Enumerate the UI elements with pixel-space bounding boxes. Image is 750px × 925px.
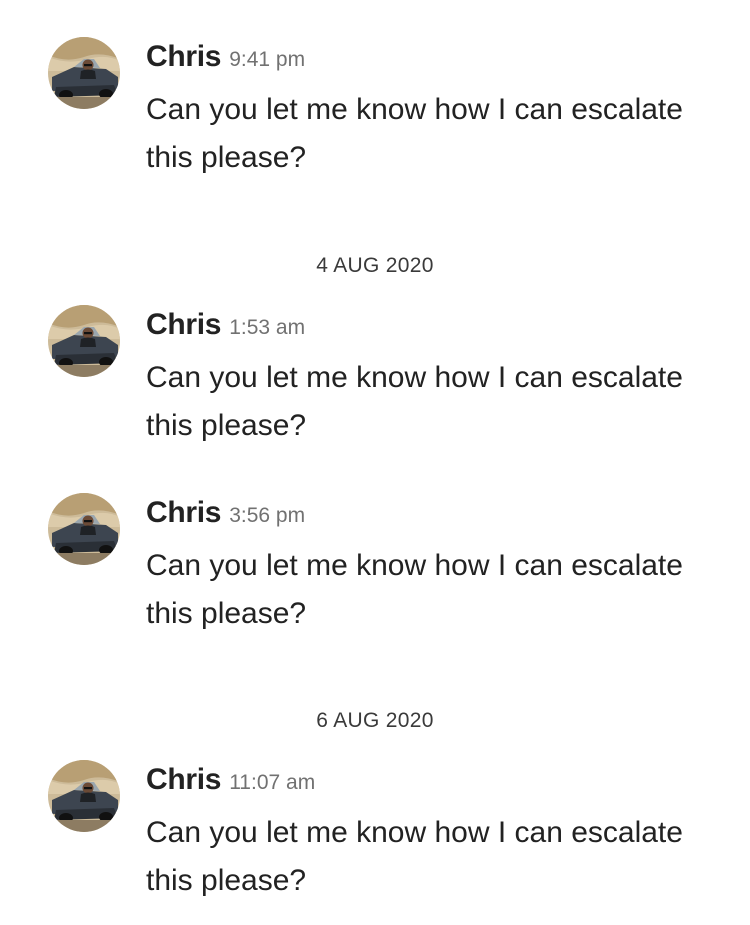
avatar[interactable] xyxy=(48,37,120,109)
message-thread: Chris 9:41 pm Can you let me know how I c… xyxy=(0,0,750,925)
message-header: Chris 1:53 am xyxy=(146,309,305,346)
message-text: Can you let me know how I can escalate t… xyxy=(146,549,683,630)
avatar[interactable] xyxy=(48,493,120,565)
message-header: Chris 11:07 am xyxy=(146,764,315,801)
message-time: 11:07 am xyxy=(229,771,316,794)
sender-name[interactable]: Chris xyxy=(146,763,221,796)
sender-name[interactable]: Chris xyxy=(146,40,221,73)
message-time: 3:56 pm xyxy=(229,504,306,527)
profile-photo-icon xyxy=(48,760,120,832)
avatar[interactable] xyxy=(48,760,120,832)
sender-name[interactable]: Chris xyxy=(146,308,221,341)
avatar[interactable] xyxy=(48,305,120,377)
profile-photo-icon xyxy=(48,493,120,565)
sender-name[interactable]: Chris xyxy=(146,496,221,529)
message-header: Chris 9:41 pm xyxy=(146,41,305,78)
message-time: 1:53 am xyxy=(229,316,306,339)
message-text: Can you let me know how I can escalate t… xyxy=(146,361,683,442)
date-separator: 4 AUG 2020 xyxy=(316,254,434,277)
date-separator: 6 AUG 2020 xyxy=(316,709,434,732)
message-time: 9:41 pm xyxy=(229,48,306,71)
message-header: Chris 3:56 pm xyxy=(146,497,305,534)
profile-photo-icon xyxy=(48,37,120,109)
message-text: Can you let me know how I can escalate t… xyxy=(146,93,683,174)
message-text: Can you let me know how I can escalate t… xyxy=(146,816,683,897)
profile-photo-icon xyxy=(48,305,120,377)
